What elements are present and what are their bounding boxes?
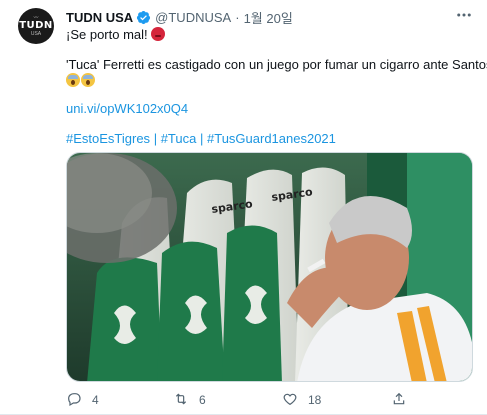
share-button[interactable]	[391, 390, 407, 410]
reply-button[interactable]: 4	[66, 390, 99, 410]
avatar-sub-text: USA	[30, 31, 42, 37]
account-handle[interactable]: @TUDNUSA	[155, 10, 231, 25]
avatar[interactable]: 〰 TUDN USA	[18, 8, 54, 44]
hashtag-estoestigres[interactable]: #EstoEsTigres	[66, 131, 150, 146]
hashtag-line: #EstoEsTigres | #Tuca | #TusGuard1anes20…	[66, 130, 336, 147]
tweet-line-2: 'Tuca' Ferretti es castigado con un jueg…	[66, 56, 487, 73]
retweet-button[interactable]: 6	[173, 390, 206, 410]
tweet-text-2: 'Tuca' Ferretti es castigado con un jueg…	[66, 57, 487, 72]
tweet-actions: 4 6 18	[60, 390, 480, 410]
angry-face-emoji-icon	[150, 27, 165, 41]
retweet-count: 6	[199, 393, 206, 407]
hashtag-tuca[interactable]: #Tuca	[161, 131, 197, 146]
avatar-logo-text: TUDN	[19, 20, 53, 31]
account-name[interactable]: TUDN USA	[66, 10, 133, 25]
photo-illustration: sparco sparco	[67, 153, 472, 381]
hashtag-separator: |	[153, 131, 158, 146]
reply-count: 4	[92, 393, 99, 407]
like-button[interactable]: 18	[282, 390, 321, 410]
separator-dot: ·	[235, 9, 240, 25]
tweet-line-2-emojis	[66, 72, 95, 89]
tweet-card[interactable]: 〰 TUDN USA TUDN USA @TUDNUSA · 1월 20일 ¡S…	[0, 0, 487, 415]
tweet-header: TUDN USA @TUDNUSA · 1월 20일	[66, 8, 293, 26]
reply-icon	[66, 391, 82, 410]
tweet-date[interactable]: 1월 20일	[244, 8, 293, 27]
hashtag-separator: |	[199, 131, 204, 146]
heart-icon	[282, 391, 298, 410]
share-icon	[391, 391, 407, 410]
scream-emoji-icon	[66, 73, 80, 87]
retweet-icon	[173, 391, 189, 410]
more-icon[interactable]	[452, 6, 476, 24]
tweet-link[interactable]: uni.vi/opWK102x0Q4	[66, 100, 188, 117]
tweet-photo[interactable]: sparco sparco	[66, 152, 473, 382]
tweet-text-1: ¡Se porto mal!	[66, 27, 148, 42]
scream-emoji-icon	[81, 73, 95, 87]
like-count: 18	[308, 393, 322, 407]
verified-badge-icon	[136, 10, 151, 25]
hashtag-tusguard1anes2021[interactable]: #TusGuard1anes2021	[207, 131, 336, 146]
tweet-line-1: ¡Se porto mal!	[66, 26, 165, 43]
